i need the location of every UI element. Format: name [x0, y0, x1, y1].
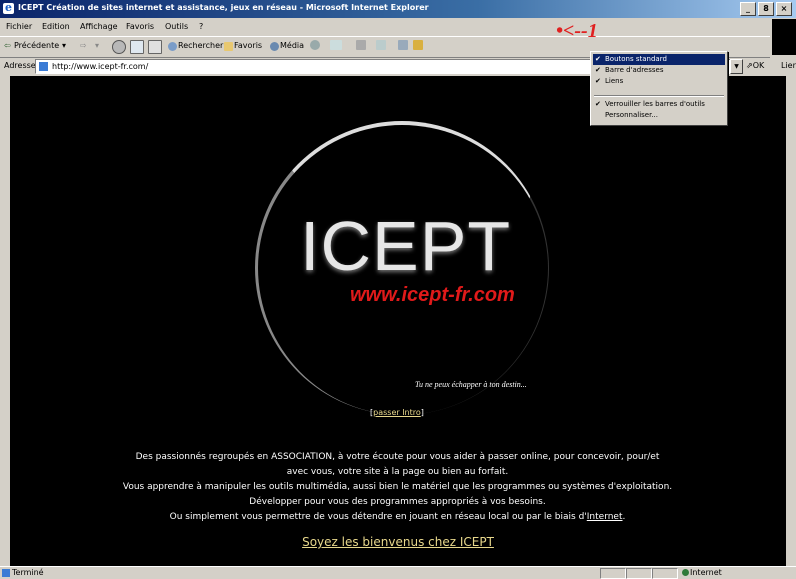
internet-zone-icon [682, 569, 689, 576]
menu-fichier[interactable]: Fichier [6, 22, 32, 31]
go-arrow-icon: ⇗ [746, 61, 753, 70]
menu-item-standard-buttons[interactable]: ✔ Boutons standard [593, 54, 725, 65]
menu-bar: Fichier Edition Affichage Favoris Outils… [0, 19, 770, 35]
history-icon[interactable] [310, 40, 320, 50]
page-done-icon [2, 569, 10, 577]
menu-item-customize[interactable]: Personnaliser... [593, 110, 725, 121]
search-button[interactable]: Rechercher [178, 41, 223, 50]
intro-line: Des passionnés regroupés en ASSOCIATION,… [135, 452, 660, 462]
maximize-button[interactable]: 8 [758, 2, 774, 16]
go-button[interactable]: ⇗OK [746, 61, 764, 70]
annotation-arrow: •<--1 [556, 20, 598, 42]
window-title: ICEPT Création de sites internet et assi… [18, 3, 429, 12]
minimize-button[interactable]: _ [740, 2, 756, 16]
media-button[interactable]: Média [280, 41, 304, 50]
toolbars-context-menu: ✔ Boutons standard ✔ Barre d'adresses ✔ Lie… [590, 51, 728, 126]
skip-intro: [passer Intro] [370, 408, 424, 417]
status-bar: Terminé Internet [0, 566, 796, 579]
favorites-icon [224, 42, 233, 51]
status-cell [626, 568, 652, 579]
edit-icon[interactable] [376, 40, 386, 50]
page-content: ICEPT www.icept-fr.com Tu ne peux échapp… [10, 76, 786, 566]
media-icon [270, 42, 279, 51]
icept-logo: ICEPT [300, 207, 512, 285]
back-dropdown-icon[interactable]: ▾ [62, 41, 66, 50]
menu-item-links[interactable]: ✔ Liens [593, 76, 725, 87]
intro-line: avec vous, votre site à la page ou bien … [286, 467, 509, 477]
messenger-icon[interactable] [413, 40, 423, 50]
internet-link[interactable]: Internet [587, 512, 623, 522]
site-url-text: www.icept-fr.com [350, 284, 515, 306]
close-button[interactable]: × [776, 2, 792, 16]
welcome-link[interactable]: Soyez les bienvenus chez ICEPT [10, 535, 786, 549]
links-button[interactable]: Lien [781, 61, 796, 70]
tagline: Tu ne peux échapper à ton destin... [415, 380, 527, 389]
refresh-icon[interactable] [130, 40, 144, 54]
forward-button[interactable]: ⇨ [80, 41, 87, 50]
address-dropdown-icon[interactable]: ▼ [730, 59, 743, 74]
back-arrow-icon: ⇦ [4, 41, 11, 50]
skip-intro-link[interactable]: passer Intro [373, 408, 421, 417]
back-button[interactable]: Précédente [14, 41, 59, 50]
menu-favoris[interactable]: Favoris [126, 22, 154, 31]
status-text: Terminé [12, 568, 44, 577]
intro-paragraph: Des passionnés regroupés en ASSOCIATION,… [70, 450, 725, 525]
intro-line: Développer pour vous des programmes appr… [249, 497, 546, 507]
menu-affichage[interactable]: Affichage [80, 22, 118, 31]
address-url[interactable]: http://www.icept-fr.com/ [52, 62, 148, 71]
favorites-button[interactable]: Favoris [234, 41, 262, 50]
stop-icon[interactable] [112, 40, 126, 54]
menu-help[interactable]: ? [199, 22, 203, 31]
forward-dropdown-icon[interactable]: ▾ [95, 41, 99, 50]
discuss-icon[interactable] [398, 40, 408, 50]
intro-line: Vous apprendre à manipuler les outils mu… [122, 482, 673, 492]
ie-logo-icon: e [3, 1, 14, 14]
intro-line-last: Ou simplement vous permettre de vous dét… [169, 512, 626, 522]
menu-outils[interactable]: Outils [165, 22, 188, 31]
mail-icon[interactable] [330, 40, 342, 50]
menu-item-address-bar[interactable]: ✔ Barre d'adresses [593, 65, 725, 76]
windows-logo-throbber [772, 19, 796, 55]
title-bar[interactable]: e ICEPT Création de sites internet et as… [0, 0, 796, 18]
print-icon[interactable] [356, 40, 366, 50]
search-icon [168, 42, 177, 51]
address-label: Adresse [4, 61, 36, 70]
menu-item-lock-toolbars[interactable]: ✔ Verrouiller les barres d'outils [593, 99, 725, 110]
status-cell [600, 568, 626, 579]
menu-separator [594, 95, 724, 97]
security-zone: Internet [690, 568, 722, 577]
status-cell [652, 568, 678, 579]
home-icon[interactable] [148, 40, 162, 54]
menu-edition[interactable]: Edition [42, 22, 70, 31]
page-icon [39, 62, 48, 71]
